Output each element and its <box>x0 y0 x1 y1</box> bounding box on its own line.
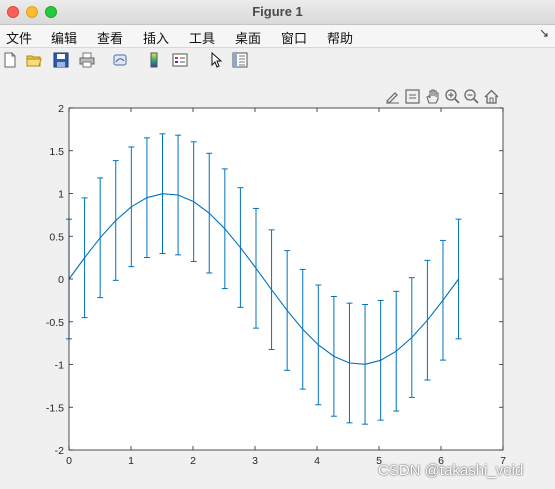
y-tick-label: -1 <box>55 360 64 372</box>
y-tick-label: 0 <box>58 274 64 286</box>
x-tick-label: 3 <box>252 455 258 467</box>
x-tick-label: 2 <box>190 455 196 467</box>
x-tick-label: 1 <box>128 455 134 467</box>
watermark-text: CSDN @takashi_void <box>378 462 524 479</box>
axes-background <box>69 108 503 450</box>
y-tick-label: -1.5 <box>46 402 64 414</box>
y-tick-label: 1 <box>58 189 64 201</box>
y-tick-label: 2 <box>58 103 64 115</box>
x-tick-label: 4 <box>314 455 320 467</box>
y-tick-label: 0.5 <box>49 231 64 243</box>
y-tick-label: -2 <box>55 445 64 457</box>
chart-svg: 01234567 -2-1.5-1-0.500.511.52 <box>46 103 506 467</box>
x-tick-label: 0 <box>66 455 72 467</box>
y-tick-label: 1.5 <box>49 146 64 158</box>
y-tick-label: -0.5 <box>46 317 64 329</box>
